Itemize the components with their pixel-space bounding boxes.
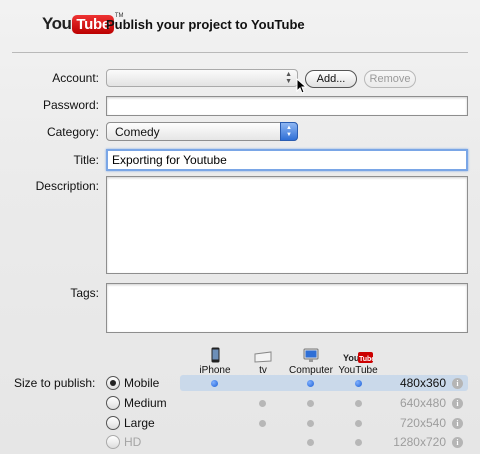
option-label-mobile: Mobile — [124, 376, 160, 390]
support-dot — [211, 380, 218, 387]
add-account-button[interactable]: Add... — [305, 70, 357, 88]
password-label: Password: — [42, 98, 99, 112]
stepper-arrows-icon: ▲ ▼ — [285, 71, 292, 85]
resolution-medium: 640x480 — [399, 396, 446, 410]
youtube-icon: You Tube — [343, 352, 373, 363]
support-dot — [355, 420, 362, 427]
account-label: Account: — [52, 71, 99, 85]
radio-medium[interactable] — [106, 396, 120, 410]
category-select[interactable]: Comedy ▲ ▼ — [106, 122, 298, 141]
tags-field[interactable] — [106, 283, 468, 333]
category-value: Comedy — [115, 125, 160, 139]
info-icon[interactable]: i — [452, 398, 463, 409]
option-label-large: Large — [124, 416, 155, 430]
radio-large[interactable] — [106, 416, 120, 430]
info-icon[interactable]: i — [452, 437, 463, 448]
dialog-title: Publish your project to YouTube — [106, 17, 305, 32]
size-to-publish-label: Size to publish: — [14, 376, 96, 390]
support-dot — [355, 439, 362, 446]
support-dot — [307, 420, 314, 427]
account-popup[interactable]: ▲ ▼ — [106, 69, 298, 87]
support-dot — [307, 380, 314, 387]
support-dot — [259, 400, 266, 407]
category-stepper-icon: ▲ ▼ — [280, 122, 298, 141]
description-input[interactable] — [107, 177, 467, 273]
computer-icon — [303, 348, 319, 362]
apple-tv-icon — [254, 351, 272, 363]
support-dot — [355, 400, 362, 407]
password-input[interactable] — [107, 97, 467, 115]
resolution-large: 720x540 — [399, 416, 446, 430]
remove-account-button[interactable]: Remove — [364, 70, 416, 88]
info-icon[interactable]: i — [452, 418, 463, 429]
tags-label: Tags: — [70, 286, 99, 300]
option-label-medium: Medium — [124, 396, 167, 410]
device-youtube: You Tube YouTube — [328, 345, 388, 376]
radio-hd — [106, 435, 120, 449]
support-dot — [259, 420, 266, 427]
tags-input[interactable] — [107, 284, 467, 332]
resolution-hd: 1280x720 — [393, 435, 446, 449]
mouse-pointer-icon — [296, 78, 308, 94]
info-icon[interactable]: i — [452, 378, 463, 389]
title-field[interactable] — [106, 149, 468, 171]
description-field[interactable] — [106, 176, 468, 274]
title-input[interactable] — [108, 151, 466, 169]
category-label: Category: — [46, 125, 99, 139]
resolution-mobile: 480x360 — [399, 376, 446, 390]
iphone-icon — [211, 347, 219, 363]
description-label: Description: — [35, 179, 99, 193]
support-dot — [355, 380, 362, 387]
password-field[interactable] — [106, 96, 468, 116]
radio-mobile[interactable] — [106, 376, 120, 390]
support-dot — [307, 400, 314, 407]
svg-text:You: You — [343, 353, 359, 363]
header-divider — [12, 52, 468, 53]
title-label: Title: — [73, 153, 99, 167]
publish-dialog: You Tube TM Publish your project to YouT… — [0, 0, 480, 454]
support-dot — [307, 439, 314, 446]
option-label-hd: HD — [124, 435, 142, 449]
svg-text:Tube: Tube — [359, 356, 373, 363]
